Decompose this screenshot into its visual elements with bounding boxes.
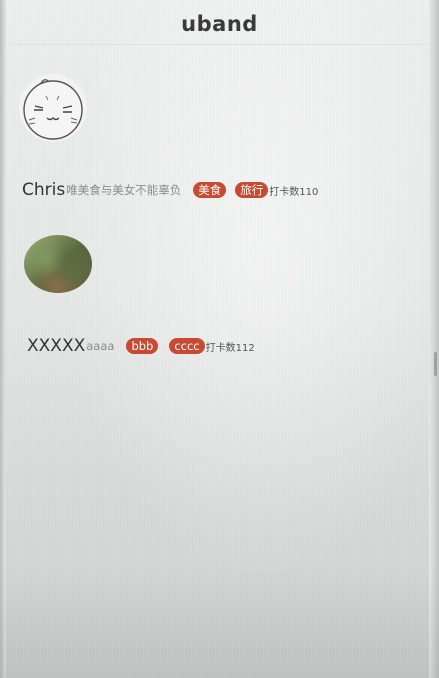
app-screen: uband Chris 唯美食与美女不能辜负 美食 旅行 打卡数110 XXXX…: [10, 0, 429, 678]
checkin-count: 打卡数110: [269, 186, 319, 198]
cartoon-face-icon: [23, 79, 83, 140]
user-tag[interactable]: 旅行: [235, 182, 269, 198]
app-title: uband: [181, 12, 258, 36]
scroll-handle[interactable]: [434, 352, 437, 376]
user-tag[interactable]: bbb: [126, 338, 159, 354]
user-name[interactable]: XXXXX: [27, 336, 85, 356]
user-avatar-cartoon[interactable]: [19, 74, 87, 142]
user-tag[interactable]: cccc: [169, 338, 205, 354]
user-avatar-photo[interactable]: [24, 235, 92, 293]
checkin-count: 打卡数112: [205, 342, 255, 354]
user-row[interactable]: XXXXX aaaa bbb cccc 打卡数112: [27, 336, 255, 356]
title-bar: uband: [10, 0, 429, 45]
user-bio: 唯美食与美女不能辜负: [66, 183, 182, 197]
user-bio: aaaa: [86, 339, 115, 353]
user-tag[interactable]: 美食: [193, 182, 227, 198]
photo-frame: uband Chris 唯美食与美女不能辜负 美食 旅行 打卡数110 XXXX…: [0, 0, 439, 678]
user-name[interactable]: Chris: [22, 180, 65, 200]
user-row[interactable]: Chris 唯美食与美女不能辜负 美食 旅行 打卡数110: [22, 180, 318, 200]
